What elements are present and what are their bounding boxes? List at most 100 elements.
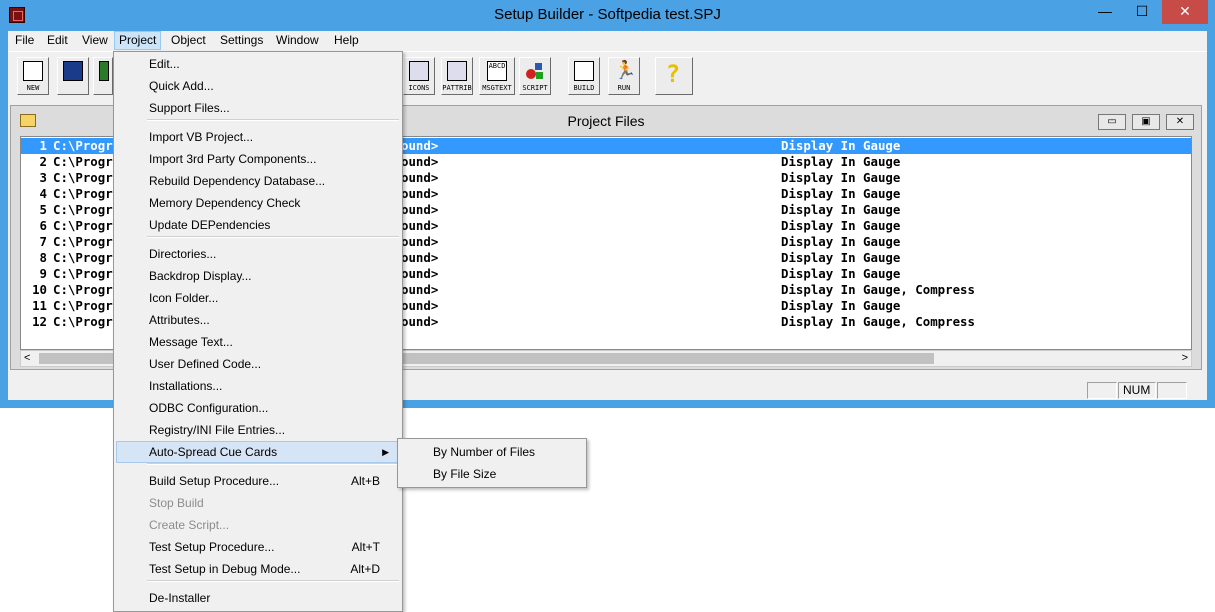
build-button[interactable]: BUILD [568, 57, 600, 95]
menu-item-backdrop-display[interactable]: Backdrop Display... [116, 265, 400, 287]
menu-edit[interactable]: Edit [43, 33, 72, 48]
row-path: C:\Progr [53, 298, 113, 313]
menu-item-label: ODBC Configuration... [149, 401, 269, 415]
row-opt: Display In Gauge [781, 234, 901, 249]
row-path: C:\Progr [53, 314, 113, 329]
submenu-item-label: By File Size [433, 467, 497, 481]
scroll-right-icon[interactable]: > [1182, 351, 1188, 366]
menu-item-label: Test Setup Procedure... [149, 540, 275, 554]
build-label: BUILD [573, 84, 595, 92]
run-button[interactable]: 🏃 RUN [608, 57, 640, 95]
open-button[interactable] [93, 57, 113, 95]
child-close-button[interactable]: ✕ [1166, 114, 1194, 130]
menu-item-rebuild-dependency-database[interactable]: Rebuild Dependency Database... [116, 170, 400, 192]
menu-item-build-setup-procedure[interactable]: Build Setup Procedure... Alt+B [116, 470, 400, 492]
menu-item-label: Test Setup in Debug Mode... [149, 562, 301, 576]
menu-item-registry-ini-file-entries[interactable]: Registry/INI File Entries... [116, 419, 400, 441]
row-num: 8 [39, 250, 47, 265]
menu-item-test-setup-in-debug-mode[interactable]: Test Setup in Debug Mode... Alt+D [116, 558, 400, 580]
menu-item-de-installer[interactable]: De-Installer [116, 587, 400, 609]
menu-item-update-dependencies[interactable]: Update DEPendencies [116, 214, 400, 236]
menu-item-label: Quick Add... [149, 79, 214, 93]
menu-item-edit[interactable]: Edit... [116, 53, 400, 75]
icons-button[interactable]: ICONS [403, 57, 435, 95]
menu-window[interactable]: Window [272, 33, 323, 48]
menu-project[interactable]: Project [114, 31, 162, 50]
row-path: C:\Progr [53, 266, 113, 281]
row-opt: Display In Gauge [781, 218, 901, 233]
pattrib-icon [447, 61, 467, 81]
menu-item-import-vb-project[interactable]: Import VB Project... [116, 126, 400, 148]
menu-item-label: Memory Dependency Check [149, 196, 301, 210]
menu-item-label: Rebuild Dependency Database... [149, 174, 326, 188]
menu-item-label: Icon Folder... [149, 291, 219, 305]
row-dest: ound> [401, 314, 439, 329]
menu-item-label: User Defined Code... [149, 357, 262, 371]
msgtext-icon: ABCD [487, 61, 507, 81]
menu-item-support-files[interactable]: Support Files... [116, 97, 400, 119]
menu-item-auto-spread-cue-cards[interactable]: Auto-Spread Cue Cards ▶ [116, 441, 400, 463]
msgtext-button[interactable]: ABCD MSGTEXT [479, 57, 515, 95]
maximize-button[interactable]: ☐ [1124, 0, 1160, 24]
menu-item-label: Installations... [149, 379, 223, 393]
menu-item-quick-add[interactable]: Quick Add... [116, 75, 400, 97]
save-disk-icon [63, 61, 83, 81]
menu-bar: File Edit View Project Object Settings W… [8, 31, 1207, 50]
menu-item-test-setup-procedure[interactable]: Test Setup Procedure... Alt+T [116, 536, 400, 558]
menu-file[interactable]: File [11, 33, 38, 48]
row-num: 12 [32, 314, 47, 329]
child-restore-button[interactable]: ▣ [1132, 114, 1160, 130]
menu-help[interactable]: Help [330, 33, 363, 48]
row-num: 3 [39, 170, 47, 185]
save-button[interactable] [57, 57, 89, 95]
pattrib-button[interactable]: PATTRIB [441, 57, 473, 95]
row-dest: ound> [401, 186, 439, 201]
submenu-by-file-size[interactable]: By File Size [400, 463, 584, 485]
close-button[interactable]: ✕ [1162, 0, 1208, 24]
row-dest: ound> [401, 298, 439, 313]
help-button[interactable]: ? [655, 57, 693, 95]
minimize-button[interactable]: — [1087, 0, 1123, 24]
submenu-by-number-of-files[interactable]: By Number of Files [400, 441, 584, 463]
menu-item-label: Update DEPendencies [149, 218, 271, 232]
child-minimize-button[interactable]: ▭ [1098, 114, 1126, 130]
menu-item-label: Registry/INI File Entries... [149, 423, 286, 437]
menu-item-user-defined-code[interactable]: User Defined Code... [116, 353, 400, 375]
submenu-arrow-icon: ▶ [382, 447, 389, 457]
menu-settings[interactable]: Settings [216, 33, 267, 48]
script-icon [525, 61, 545, 81]
menu-item-label: Directories... [149, 247, 217, 261]
script-label: SCRIPT [522, 84, 548, 92]
row-dest: ound> [401, 250, 439, 265]
menu-item-memory-dependency-check[interactable]: Memory Dependency Check [116, 192, 400, 214]
status-panel-blank [1087, 382, 1117, 399]
menu-object[interactable]: Object [167, 33, 210, 48]
menu-item-message-text[interactable]: Message Text... [116, 331, 400, 353]
menu-item-icon-folder[interactable]: Icon Folder... [116, 287, 400, 309]
title-bar[interactable]: Setup Builder - Softpedia test.SPJ — ☐ ✕ [0, 0, 1215, 31]
new-button[interactable]: NEW [17, 57, 49, 95]
row-path: C:\Progr [53, 138, 113, 153]
menu-item-installations[interactable]: Installations... [116, 375, 400, 397]
row-opt: Display In Gauge [781, 186, 901, 201]
scroll-left-icon[interactable]: < [24, 351, 30, 366]
menu-separator [147, 580, 399, 582]
status-panel-blank-2 [1157, 382, 1187, 399]
build-icon [574, 61, 594, 81]
menu-item-attributes[interactable]: Attributes... [116, 309, 400, 331]
menu-item-shortcut: Alt+D [350, 562, 380, 576]
row-path: C:\Progr [53, 250, 113, 265]
script-button[interactable]: SCRIPT [519, 57, 551, 95]
auto-spread-submenu: By Number of Files By File Size [397, 438, 587, 488]
menu-item-odbc-configuration[interactable]: ODBC Configuration... [116, 397, 400, 419]
row-num: 7 [39, 234, 47, 249]
menu-view[interactable]: View [78, 33, 112, 48]
row-num: 2 [39, 154, 47, 169]
row-path: C:\Progr [53, 234, 113, 249]
row-opt: Display In Gauge [781, 138, 901, 153]
menu-item-import-3rd-party-components[interactable]: Import 3rd Party Components... [116, 148, 400, 170]
row-path: C:\Progr [53, 218, 113, 233]
menu-item-shortcut: Alt+B [350, 474, 380, 488]
menu-item-directories[interactable]: Directories... [116, 243, 400, 265]
row-num: 9 [39, 266, 47, 281]
